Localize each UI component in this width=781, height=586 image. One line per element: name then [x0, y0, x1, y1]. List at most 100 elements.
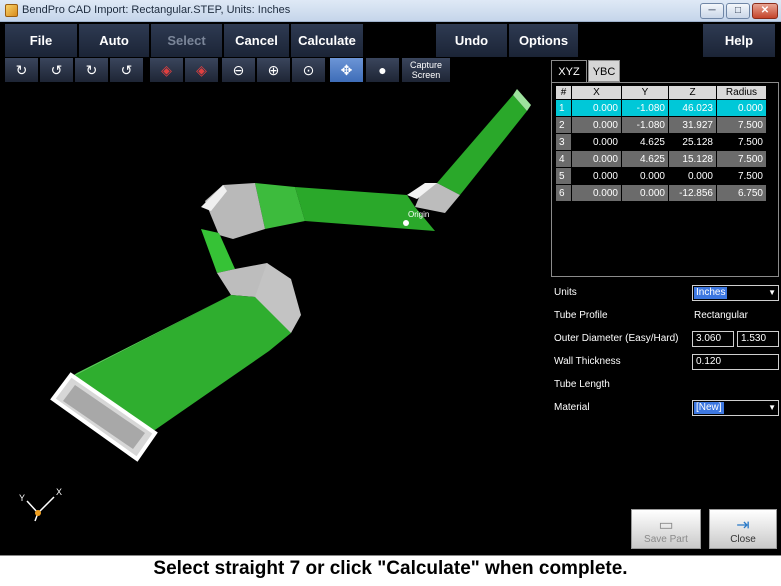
tube-profile-label: Tube Profile [554, 310, 608, 321]
table-row[interactable]: 2 0.000 -1.080 31.927 7.500 [555, 116, 767, 134]
col-header-x: X [571, 85, 622, 100]
cell-radius: 7.500 [716, 133, 767, 151]
rotate-left-icon[interactable]: ◈ [150, 58, 184, 82]
exit-door-icon: ⇥ [736, 517, 750, 534]
cell-y: 4.625 [621, 133, 669, 151]
od-easy-field[interactable]: 3.060 [692, 331, 734, 347]
cell-x: 0.000 [571, 150, 622, 168]
select-button[interactable]: Select [151, 24, 223, 57]
chevron-down-icon: ▼ [768, 288, 776, 297]
material-select[interactable]: [New] ▼ [692, 400, 779, 416]
material-selected-value: [New] [694, 402, 724, 414]
table-row[interactable]: 3 0.000 4.625 25.128 7.500 [555, 133, 767, 151]
options-button[interactable]: Options [509, 24, 579, 57]
cell-num: 5 [555, 167, 572, 185]
cell-radius: 0.000 [716, 99, 767, 117]
center-icon[interactable]: ● [366, 58, 400, 82]
close-button[interactable]: ⇥ Close [709, 509, 777, 549]
tube-model: Origin X Y [19, 89, 531, 522]
axis-x-label: X [56, 487, 62, 497]
zoom-out-icon[interactable]: ⊖ [222, 58, 256, 82]
col-header-radius: Radius [716, 85, 767, 100]
axis-x-line [37, 496, 55, 514]
auto-button[interactable]: Auto [79, 24, 150, 57]
3d-viewport[interactable]: Origin X Y [5, 83, 550, 555]
tube-straight-1[interactable] [437, 95, 527, 195]
pan-icon[interactable]: ✥ [330, 58, 364, 82]
zoom-fit-icon[interactable]: ⊙ [292, 58, 326, 82]
right-panel: XYZ YBC # X Y Z Radius 1 0.000 -1.080 46… [550, 57, 781, 555]
coordinate-table: # X Y Z Radius 1 0.000 -1.080 46.023 0.0… [555, 85, 767, 202]
save-part-icon: ▭ [658, 517, 674, 534]
tab-xyz[interactable]: XYZ [551, 60, 587, 82]
cell-radius: 7.500 [716, 167, 767, 185]
cell-z: 0.000 [668, 167, 717, 185]
cell-num: 4 [555, 150, 572, 168]
cell-z: 46.023 [668, 99, 717, 117]
wall-thickness-field[interactable]: 0.120 [692, 354, 779, 370]
table-row[interactable]: 1 0.000 -1.080 46.023 0.000 [555, 99, 767, 117]
title-bar: BendPro CAD Import: Rectangular.STEP, Un… [0, 0, 781, 22]
origin-label: Origin [408, 210, 429, 219]
cell-z: 25.128 [668, 133, 717, 151]
maximize-button[interactable]: □ [726, 3, 750, 19]
units-selected-value: Inches [694, 287, 728, 299]
tube-length-label: Tube Length [554, 379, 610, 390]
app-window: BendPro CAD Import: Rectangular.STEP, Un… [0, 0, 781, 586]
help-button[interactable]: Help [703, 24, 776, 57]
save-part-label: Save Part [644, 534, 688, 545]
axis-y-label: Y [19, 493, 25, 503]
properties-panel: Units Inches ▼ Tube Profile Rectangular … [550, 279, 781, 479]
rotate-cw-icon[interactable]: ↻ [5, 58, 39, 82]
cell-z: -12.856 [668, 184, 717, 202]
menu-bar: File Auto Select Cancel Calculate Undo O… [0, 22, 781, 57]
coordinate-table-panel: # X Y Z Radius 1 0.000 -1.080 46.023 0.0… [551, 82, 779, 277]
status-bar: Select straight 7 or click "Calculate" w… [0, 555, 781, 586]
cancel-button[interactable]: Cancel [224, 24, 290, 57]
material-label: Material [554, 402, 590, 413]
table-row[interactable]: 5 0.000 0.000 0.000 7.500 [555, 167, 767, 185]
tube-bend-2[interactable] [205, 183, 265, 239]
units-select[interactable]: Inches ▼ [692, 285, 779, 301]
cell-num: 6 [555, 184, 572, 202]
cell-num: 2 [555, 116, 572, 134]
outer-diameter-label: Outer Diameter (Easy/Hard) [554, 333, 679, 344]
axis-origin-icon [35, 510, 41, 516]
cell-radius: 6.750 [716, 184, 767, 202]
od-hard-field[interactable]: 1.530 [737, 331, 779, 347]
rotate-right-icon[interactable]: ◈ [185, 58, 219, 82]
table-row[interactable]: 4 0.000 4.625 15.128 7.500 [555, 150, 767, 168]
undo-button[interactable]: Undo [436, 24, 508, 57]
cell-x: 0.000 [571, 184, 622, 202]
minimize-button[interactable]: ─ [700, 3, 724, 19]
rotate-up-icon[interactable]: ↻ [75, 58, 109, 82]
capture-label-line2: Screen [411, 70, 441, 80]
cell-z: 31.927 [668, 116, 717, 134]
rotate-ccw-icon[interactable]: ↺ [40, 58, 74, 82]
cell-y: 4.625 [621, 150, 669, 168]
cell-y: -1.080 [621, 116, 669, 134]
close-label: Close [730, 534, 756, 545]
zoom-in-icon[interactable]: ⊕ [257, 58, 291, 82]
rotate-down-icon[interactable]: ↺ [110, 58, 144, 82]
col-header-z: Z [668, 85, 717, 100]
capture-screen-button[interactable]: Capture Screen [402, 58, 450, 82]
table-row[interactable]: 6 0.000 0.000 -12.856 6.750 [555, 184, 767, 202]
cell-num: 3 [555, 133, 572, 151]
window-title: BendPro CAD Import: Rectangular.STEP, Un… [22, 4, 291, 16]
close-window-button[interactable]: ✕ [752, 3, 778, 19]
col-header-y: Y [621, 85, 669, 100]
cell-x: 0.000 [571, 116, 622, 134]
units-label: Units [554, 287, 577, 298]
cell-x: 0.000 [571, 99, 622, 117]
cell-num: 1 [555, 99, 572, 117]
origin-marker-icon [403, 220, 409, 226]
calculate-button[interactable]: Calculate [291, 24, 364, 57]
col-header-num: # [555, 85, 572, 100]
save-part-button[interactable]: ▭ Save Part [631, 509, 701, 549]
wall-thickness-label: Wall Thickness [554, 356, 621, 367]
file-menu-button[interactable]: File [5, 24, 78, 57]
cell-x: 0.000 [571, 167, 622, 185]
view-toolbar: ↻ ↺ ↻ ↺ ◈ ◈ ⊖ ⊕ ⊙ ✥ ● Capture Screen [0, 57, 550, 83]
tab-ybc[interactable]: YBC [588, 60, 620, 82]
